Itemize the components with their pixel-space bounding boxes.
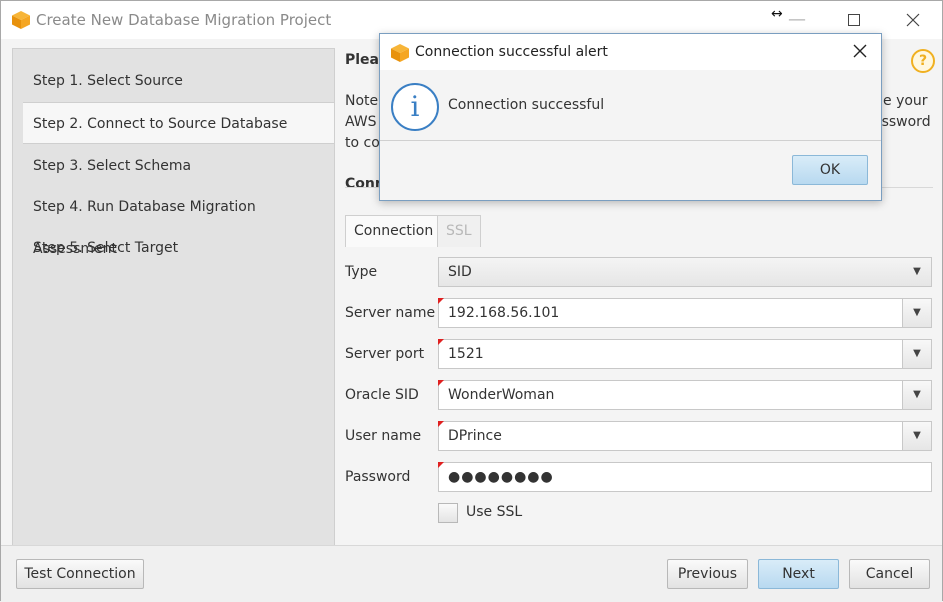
dialog-message: Connection successful <box>448 97 605 113</box>
test-connection-button[interactable]: Test Connection <box>16 559 144 589</box>
step-connect-source-database[interactable]: Step 2. Connect to Source Database <box>23 102 334 144</box>
aws-cube-icon <box>391 44 409 62</box>
step-run-assessment[interactable]: Step 4. Run Database Migration Assessmen… <box>13 186 334 257</box>
next-button[interactable]: Next <box>758 559 839 589</box>
help-icon[interactable]: ? <box>911 49 935 73</box>
oracle-sid-value: WonderWoman <box>448 387 555 403</box>
server-name-field[interactable]: 192.168.56.101 ▼ <box>438 298 932 328</box>
chevron-down-icon[interactable]: ▼ <box>903 258 931 286</box>
dialog-divider <box>380 140 881 141</box>
previous-button[interactable]: Previous <box>667 559 748 589</box>
server-name-value: 192.168.56.101 <box>448 305 560 321</box>
aws-cube-icon <box>12 11 30 29</box>
type-label: Type <box>345 264 378 280</box>
note-text-line1-end: e your <box>883 93 928 109</box>
main-window: Create New Database Migration Project ↔ … <box>0 0 943 602</box>
server-name-label: Server name <box>345 305 436 321</box>
chevron-down-icon[interactable]: ▼ <box>902 381 931 409</box>
wizard-steps-sidebar: Step 1. Select Source Step 2. Connect to… <box>12 48 335 546</box>
step-select-schema[interactable]: Step 3. Select Schema <box>13 145 334 187</box>
ok-button[interactable]: OK <box>792 155 868 185</box>
type-select[interactable]: SID ▼ <box>438 257 932 287</box>
oracle-sid-field[interactable]: WonderWoman ▼ <box>438 380 932 410</box>
note-text-line2: AWS <box>345 114 377 130</box>
type-value: SID <box>448 264 472 280</box>
resize-cursor-icon: ↔ <box>771 6 783 22</box>
use-ssl-checkbox[interactable] <box>438 503 458 523</box>
oracle-sid-label: Oracle SID <box>345 387 419 403</box>
step-select-target[interactable]: Step 5. Select Target <box>13 227 334 269</box>
dialog-title: Connection successful alert <box>415 44 608 60</box>
info-icon: i <box>391 83 439 131</box>
close-button[interactable] <box>898 7 928 33</box>
server-port-label: Server port <box>345 346 425 362</box>
connection-successful-dialog: Connection successful alert i Connection… <box>379 33 882 201</box>
tab-connection[interactable]: Connection <box>345 215 443 247</box>
password-field[interactable]: ●●●●●●●● <box>438 462 932 492</box>
minimize-button[interactable]: — <box>782 9 812 35</box>
user-name-label: User name <box>345 428 422 444</box>
note-text-line1: Note <box>345 93 379 109</box>
chevron-down-icon[interactable]: ▼ <box>902 299 931 327</box>
close-icon[interactable] <box>850 41 870 61</box>
chevron-down-icon[interactable]: ▼ <box>902 422 931 450</box>
tab-ssl[interactable]: SSL <box>437 215 481 247</box>
chevron-down-icon[interactable]: ▼ <box>902 340 931 368</box>
window-title: Create New Database Migration Project <box>36 11 332 29</box>
server-port-value: 1521 <box>448 346 484 362</box>
user-name-value: DPrince <box>448 428 502 444</box>
use-ssl-label: Use SSL <box>466 504 523 520</box>
step-select-source[interactable]: Step 1. Select Source <box>13 60 334 102</box>
dialog-title-bar: Connection successful alert <box>380 34 881 70</box>
footer-bar: Test Connection Previous Next Cancel <box>1 545 942 602</box>
maximize-button[interactable] <box>839 7 869 33</box>
user-name-field[interactable]: DPrince ▼ <box>438 421 932 451</box>
note-text-line3: to co <box>345 135 380 151</box>
password-label: Password <box>345 469 411 485</box>
server-port-field[interactable]: 1521 ▼ <box>438 339 932 369</box>
cancel-button[interactable]: Cancel <box>849 559 930 589</box>
password-value: ●●●●●●●● <box>448 469 554 485</box>
